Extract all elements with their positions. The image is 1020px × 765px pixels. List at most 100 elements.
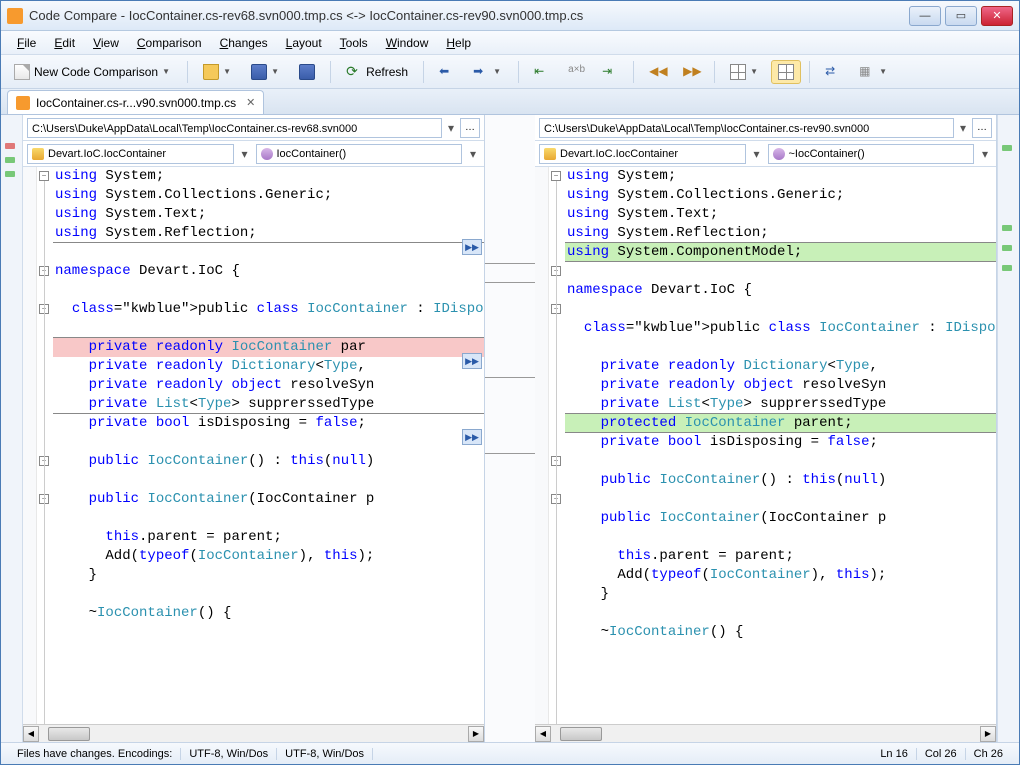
refresh-button[interactable]: ⟳ Refresh bbox=[339, 60, 415, 84]
new-comparison-button[interactable]: New Code Comparison ▼ bbox=[7, 60, 179, 84]
right-hscrollbar[interactable]: ◀ ▶ bbox=[535, 724, 996, 742]
menu-window[interactable]: Window bbox=[378, 34, 437, 52]
tab-file[interactable]: IocContainer.cs-r...v90.svn000.tmp.cs ✕ bbox=[7, 90, 264, 114]
merge-right-button[interactable]: ▶▶ bbox=[462, 429, 482, 445]
scroll-right-icon[interactable]: ▶ bbox=[468, 726, 484, 742]
prev-diff-button[interactable]: ⬅ bbox=[432, 60, 462, 84]
open-button[interactable]: ▼ bbox=[196, 60, 240, 84]
code-line[interactable]: using System.Text; bbox=[565, 205, 996, 224]
titlebar[interactable]: Code Compare - IocContainer.cs-rev68.svn… bbox=[1, 1, 1019, 31]
merge-right-button[interactable]: ▶▶ bbox=[462, 353, 482, 369]
code-line[interactable] bbox=[565, 604, 996, 623]
code-line[interactable]: using System; bbox=[53, 167, 484, 186]
code-line[interactable]: private bool isDisposing = false; bbox=[565, 433, 996, 452]
options-button[interactable]: ▦▼ bbox=[852, 60, 896, 84]
swap-button[interactable]: ⇄ bbox=[818, 60, 848, 84]
code-line[interactable]: private List<Type> supprerssedType bbox=[53, 395, 484, 414]
code-line[interactable] bbox=[53, 433, 484, 452]
copy-left-button[interactable]: ⇤ bbox=[527, 60, 557, 84]
code-line[interactable] bbox=[53, 471, 484, 490]
menu-file[interactable]: File bbox=[9, 34, 44, 52]
code-line[interactable]: class="kwblue">public class IocContainer… bbox=[53, 300, 484, 319]
code-line[interactable]: using System.ComponentModel; bbox=[565, 243, 996, 262]
code-line[interactable]: ~IocContainer() { bbox=[53, 604, 484, 623]
chevron-down-icon[interactable]: ▾ bbox=[444, 121, 458, 135]
left-class-nav[interactable]: Devart.IoC.IocContainer bbox=[27, 144, 234, 164]
scroll-left-icon[interactable]: ◀ bbox=[535, 726, 551, 742]
menu-help[interactable]: Help bbox=[438, 34, 479, 52]
code-line[interactable] bbox=[565, 262, 996, 281]
fold-toggle[interactable]: − bbox=[39, 171, 49, 181]
code-line[interactable]: private readonly object resolveSyn bbox=[565, 376, 996, 395]
left-browse-button[interactable]: … bbox=[460, 118, 480, 138]
code-line[interactable]: private List<Type> supprerssedType bbox=[565, 395, 996, 414]
left-path-input[interactable]: C:\Users\Duke\AppData\Local\Temp\IocCont… bbox=[27, 118, 442, 138]
code-line[interactable]: private readonly Dictionary<Type, bbox=[565, 357, 996, 376]
code-line[interactable]: namespace Devart.IoC { bbox=[565, 281, 996, 300]
code-line[interactable]: Add(typeof(IocContainer), this); bbox=[53, 547, 484, 566]
minimize-button[interactable]: — bbox=[909, 6, 941, 26]
code-line[interactable]: private bool isDisposing = false; bbox=[53, 414, 484, 433]
code-line[interactable]: using System.Reflection; bbox=[53, 224, 484, 243]
code-line[interactable]: ~IocContainer() { bbox=[565, 623, 996, 642]
scroll-thumb[interactable] bbox=[560, 727, 603, 741]
code-line[interactable]: public IocContainer() : this(null) bbox=[565, 471, 996, 490]
merge-right-button[interactable]: ▶▶ bbox=[462, 239, 482, 255]
menu-comparison[interactable]: Comparison bbox=[129, 34, 210, 52]
code-line[interactable]: using System.Collections.Generic; bbox=[565, 186, 996, 205]
code-line[interactable] bbox=[565, 452, 996, 471]
right-path-input[interactable]: C:\Users\Duke\AppData\Local\Temp\IocCont… bbox=[539, 118, 954, 138]
left-editor[interactable]: −−−−− using System;using System.Collecti… bbox=[23, 167, 484, 724]
code-line[interactable]: private readonly Dictionary<Type, bbox=[53, 357, 484, 376]
left-hscrollbar[interactable]: ◀ ▶ bbox=[23, 724, 484, 742]
menu-tools[interactable]: Tools bbox=[332, 34, 376, 52]
right-browse-button[interactable]: … bbox=[972, 118, 992, 138]
code-line[interactable]: } bbox=[565, 585, 996, 604]
code-line[interactable]: public IocContainer() : this(null) bbox=[53, 452, 484, 471]
save-button[interactable]: ▼ bbox=[244, 60, 288, 84]
merge-all-left-button[interactable]: ◀◀ bbox=[642, 60, 672, 84]
left-member-nav[interactable]: IocContainer() bbox=[256, 144, 463, 164]
word-diff-button[interactable]: a×b bbox=[561, 60, 591, 84]
code-line[interactable] bbox=[565, 528, 996, 547]
code-line[interactable]: using System.Text; bbox=[53, 205, 484, 224]
code-line[interactable]: using System.Reflection; bbox=[565, 224, 996, 243]
code-line[interactable]: Add(typeof(IocContainer), this); bbox=[565, 566, 996, 585]
code-line[interactable] bbox=[565, 490, 996, 509]
code-line[interactable]: using System.Collections.Generic; bbox=[53, 186, 484, 205]
code-line[interactable]: public IocContainer(IocContainer p bbox=[53, 490, 484, 509]
side-by-side-button[interactable] bbox=[771, 60, 801, 84]
chevron-down-icon[interactable]: ▾ bbox=[956, 121, 970, 135]
menu-changes[interactable]: Changes bbox=[212, 34, 276, 52]
code-line[interactable]: public IocContainer(IocContainer p bbox=[565, 509, 996, 528]
right-class-nav[interactable]: Devart.IoC.IocContainer bbox=[539, 144, 746, 164]
menu-edit[interactable]: Edit bbox=[46, 34, 83, 52]
right-member-nav[interactable]: ~IocContainer() bbox=[768, 144, 975, 164]
code-line[interactable] bbox=[53, 243, 484, 262]
right-overview-gutter[interactable] bbox=[997, 115, 1019, 742]
right-editor[interactable]: −−−−− using System;using System.Collecti… bbox=[535, 167, 996, 724]
code-line[interactable] bbox=[53, 319, 484, 338]
fold-toggle[interactable]: − bbox=[551, 171, 561, 181]
merge-all-right-button[interactable]: ▶▶ bbox=[676, 60, 706, 84]
code-line[interactable]: namespace Devart.IoC { bbox=[53, 262, 484, 281]
scroll-right-icon[interactable]: ▶ bbox=[980, 726, 996, 742]
code-line[interactable]: using System; bbox=[565, 167, 996, 186]
code-line[interactable]: private readonly IocContainer par bbox=[53, 338, 484, 357]
code-line[interactable]: class="kwblue">public class IocContainer… bbox=[565, 319, 996, 338]
scroll-left-icon[interactable]: ◀ bbox=[23, 726, 39, 742]
code-line[interactable] bbox=[565, 338, 996, 357]
code-line[interactable] bbox=[53, 509, 484, 528]
maximize-button[interactable]: ▭ bbox=[945, 6, 977, 26]
layout-button[interactable]: ▼ bbox=[723, 60, 767, 84]
scroll-thumb[interactable] bbox=[48, 727, 91, 741]
code-line[interactable]: this.parent = parent; bbox=[565, 547, 996, 566]
code-line[interactable]: private readonly object resolveSyn bbox=[53, 376, 484, 395]
left-overview-gutter[interactable] bbox=[1, 115, 23, 742]
menu-layout[interactable]: Layout bbox=[278, 34, 330, 52]
tab-close-icon[interactable]: ✕ bbox=[246, 96, 255, 109]
code-line[interactable]: protected IocContainer parent; bbox=[565, 414, 996, 433]
code-line[interactable] bbox=[565, 300, 996, 319]
close-button[interactable]: ✕ bbox=[981, 6, 1013, 26]
next-diff-button[interactable]: ➡▼ bbox=[466, 60, 510, 84]
